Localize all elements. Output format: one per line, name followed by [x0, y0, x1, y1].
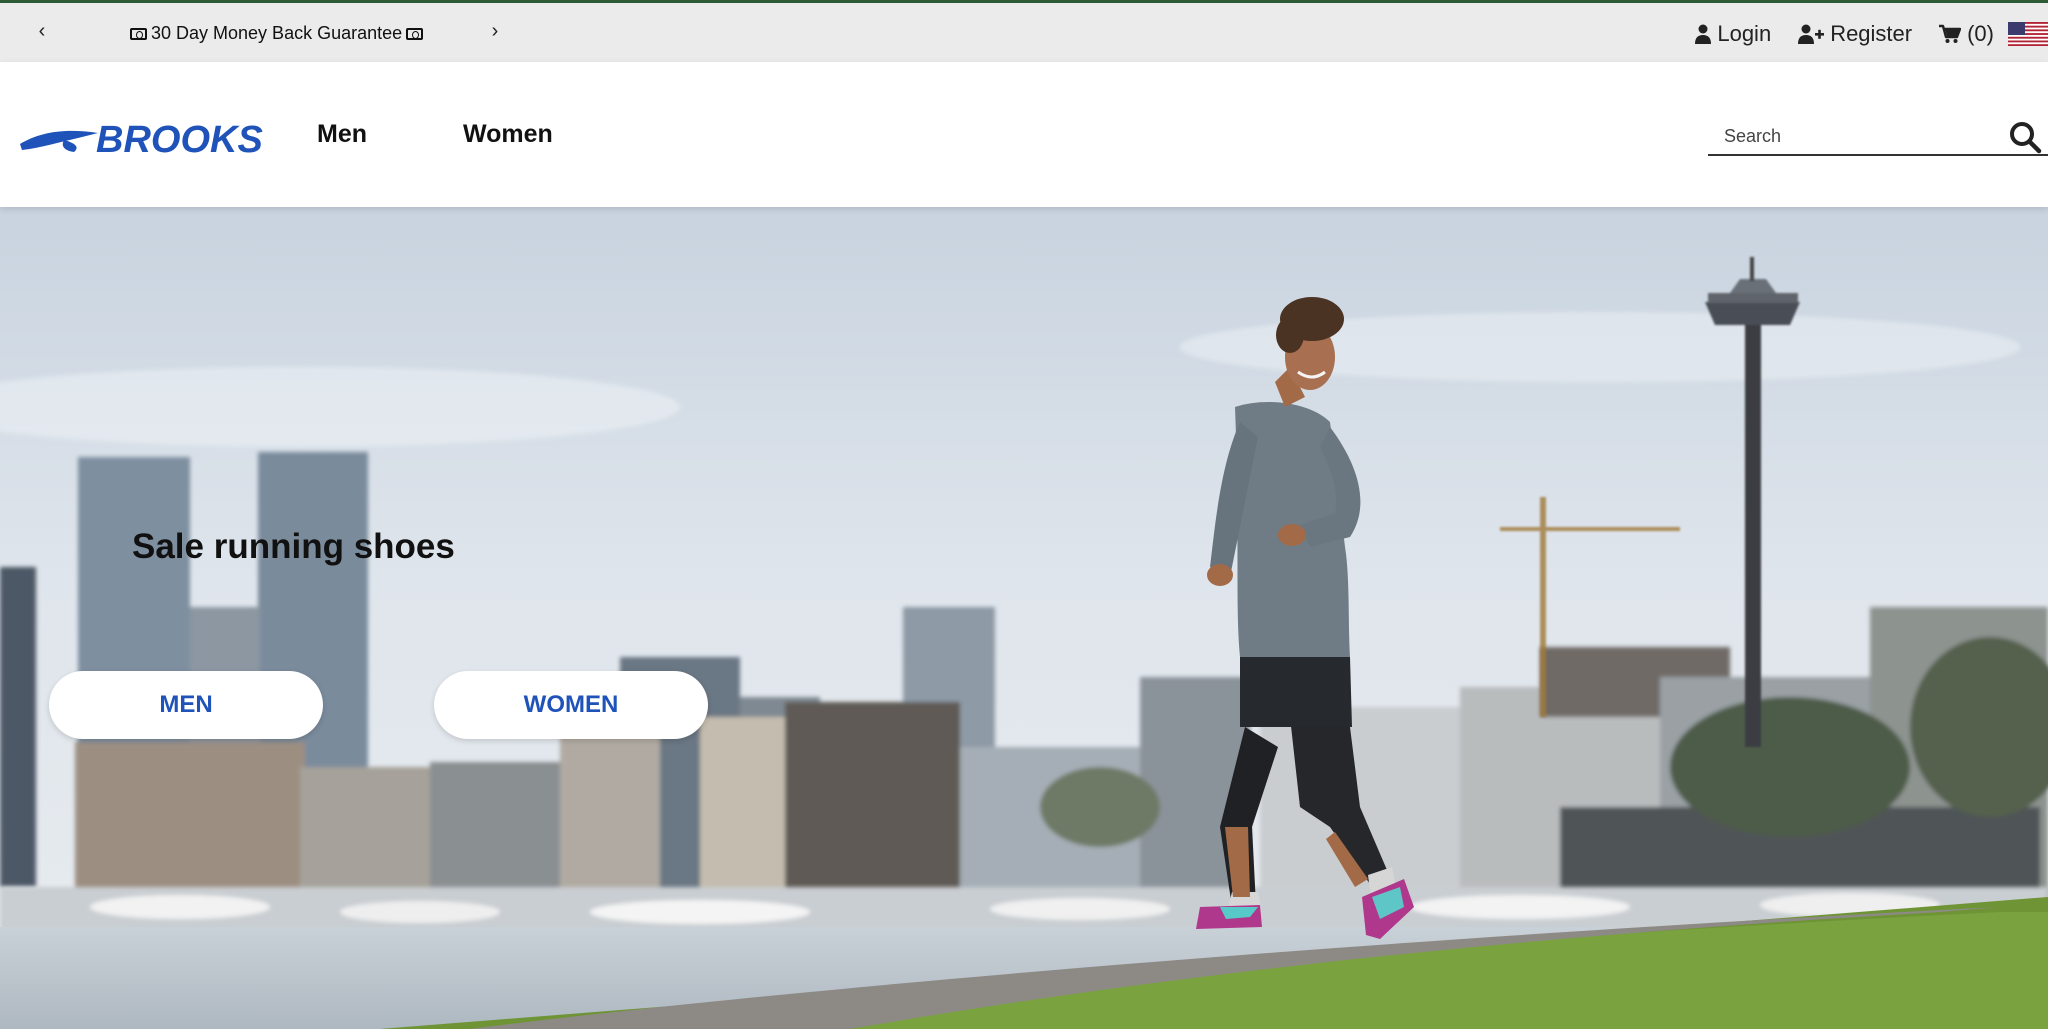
cart-icon: [1939, 24, 1962, 43]
main-header: BROOKS Men Women: [0, 62, 2048, 207]
promo-text: 30 Day Money Back Guarantee: [151, 23, 403, 43]
shop-women-button[interactable]: WOMEN: [434, 671, 708, 739]
user-plus-icon: [1798, 24, 1825, 44]
hero-title: Sale running shoes: [132, 527, 455, 566]
register-link[interactable]: Register: [1798, 21, 1912, 47]
utility-bar: ‹ 30 Day Money Back Guarantee › Login Re…: [0, 0, 2048, 62]
search-box: [1708, 118, 2048, 156]
search-input[interactable]: [1724, 122, 1994, 150]
search-icon[interactable]: [2008, 120, 2042, 154]
promo-prev-button[interactable]: ‹: [30, 17, 54, 45]
money-icon: [406, 27, 424, 40]
hero-banner: Sale running shoes MEN WOMEN: [0, 207, 2048, 1029]
us-flag-icon[interactable]: [2008, 22, 2048, 46]
money-icon: [130, 27, 147, 40]
hero-image: [0, 207, 2048, 1029]
promo-banner: 30 Day Money Back Guarantee: [130, 23, 424, 44]
account-links: Login Register (0): [1695, 20, 2048, 48]
register-label: Register: [1830, 21, 1913, 46]
login-link[interactable]: Login: [1695, 21, 1771, 47]
nav-men[interactable]: Men: [317, 120, 367, 149]
login-label: Login: [1717, 21, 1772, 46]
promo-next-button[interactable]: ›: [483, 17, 507, 45]
user-icon: [1695, 24, 1712, 44]
brooks-logo[interactable]: BROOKS: [20, 118, 278, 158]
nav-women[interactable]: Women: [463, 120, 553, 149]
logo-text: BROOKS: [96, 119, 263, 158]
cart-link[interactable]: (0): [1939, 21, 1994, 47]
shop-men-button[interactable]: MEN: [49, 671, 323, 739]
cart-count: (0): [1967, 21, 1994, 46]
